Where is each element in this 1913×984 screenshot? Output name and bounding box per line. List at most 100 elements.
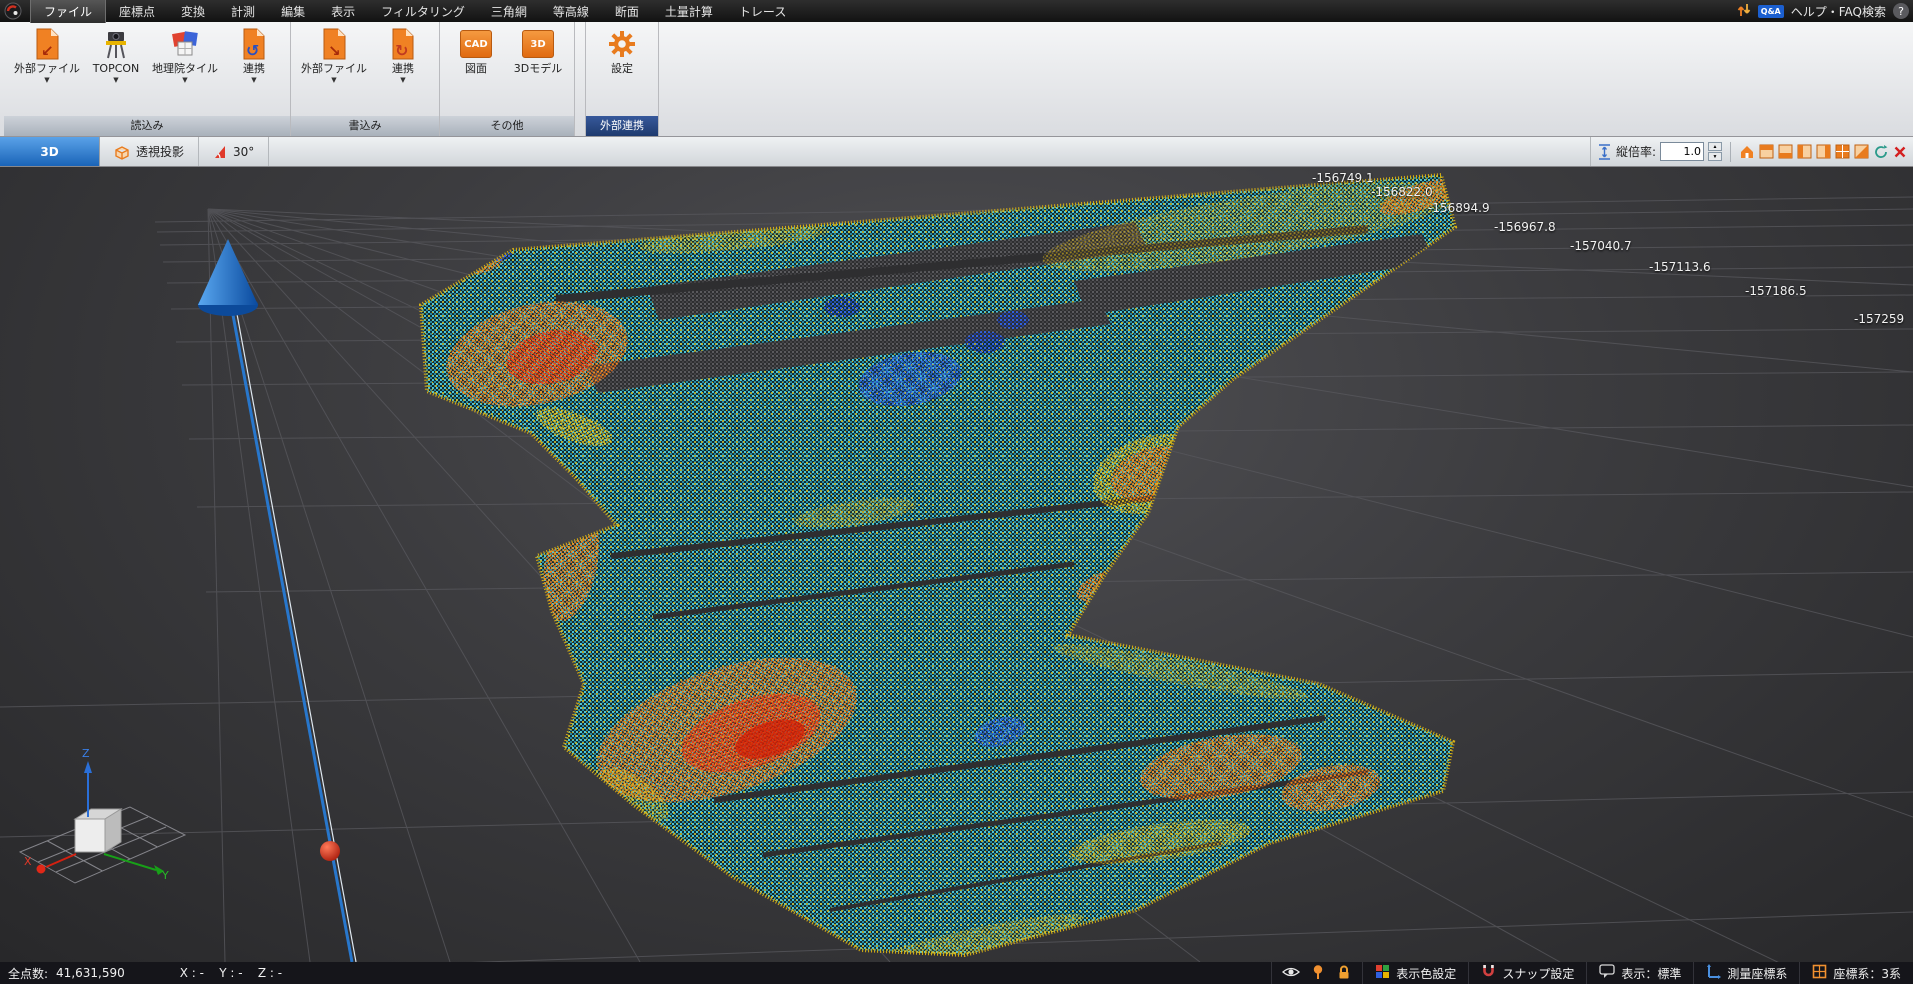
dropdown-arrow-icon[interactable]: ▼ <box>331 76 336 85</box>
coordinate-zone-button[interactable]: 座標系：3系 <box>1799 962 1913 984</box>
status-toggle-icons <box>1271 962 1362 984</box>
close-view-icon[interactable] <box>1893 145 1907 159</box>
menu-tab-display[interactable]: 表示 <box>318 0 368 23</box>
status-button-label: 表示：標準 <box>1621 965 1681 982</box>
view-top-icon[interactable] <box>1759 144 1774 159</box>
grid-coordinate-label: -157113.6 <box>1649 260 1711 274</box>
help-search-label[interactable]: ヘルプ・FAQ検索 <box>1791 3 1886 20</box>
view-angle-button[interactable]: 30° <box>199 137 269 166</box>
dropdown-arrow-icon[interactable]: ▼ <box>251 76 256 85</box>
view-toolbar: 3D 透視投影 30° 縦倍率: ▲ ▼ <box>0 137 1913 167</box>
view-left-icon[interactable] <box>1797 144 1812 159</box>
north-cone <box>198 239 258 316</box>
axis-label-z: Z <box>82 747 90 760</box>
visibility-eye-icon[interactable] <box>1282 965 1300 982</box>
projection-label: 透視投影 <box>136 143 184 160</box>
menu-tab-volume[interactable]: 土量計算 <box>652 0 726 23</box>
display-color-settings-button[interactable]: 表示色設定 <box>1362 962 1468 984</box>
scale-decrement-button[interactable]: ▼ <box>1708 152 1722 161</box>
view-right-icon[interactable] <box>1816 144 1831 159</box>
export-link-button[interactable]: ↻ 連携 ▼ <box>372 26 434 85</box>
ribbon-group-other-buttons: CAD 図面 3D 3Dモデル <box>440 22 574 116</box>
grid-coordinate-label: -156822.0 <box>1371 185 1433 199</box>
help-icon[interactable]: ? <box>1893 3 1909 19</box>
menu-tab-file[interactable]: ファイル <box>30 0 106 23</box>
total-station-icon <box>101 26 131 62</box>
scale-increment-button[interactable]: ▲ <box>1708 142 1722 151</box>
button-label: 外部ファイル <box>14 62 80 76</box>
button-label: 地理院タイル <box>152 62 218 76</box>
cad-drawing-button[interactable]: CAD 図面 <box>445 26 507 76</box>
view-toolbar-right: 縦倍率: ▲ ▼ <box>1590 137 1913 166</box>
status-button-label: 測量座標系 <box>1727 965 1787 982</box>
view-angle-label: 30° <box>233 145 254 159</box>
snap-settings-button[interactable]: スナップ設定 <box>1468 962 1586 984</box>
grid-coordinate-label: -157259 <box>1854 312 1904 326</box>
import-link-button[interactable]: ↺ 連携 ▼ <box>223 26 285 85</box>
projection-button[interactable]: 透視投影 <box>100 137 199 166</box>
grid-coordinate-label: -157186.5 <box>1745 284 1807 298</box>
vertical-scale-input[interactable] <box>1660 142 1704 161</box>
toolbar-separator <box>1730 142 1731 162</box>
view-mode-3d-button[interactable]: 3D <box>0 137 100 166</box>
svg-text:↘: ↘ <box>328 42 341 60</box>
survey-coord-icon <box>1706 964 1721 982</box>
link-export-icon: ↻ <box>389 26 417 62</box>
viewport-3d: Z X Y <box>0 167 1913 962</box>
ribbon-group-external-link: 設定 外部連携 <box>585 22 659 136</box>
view-plan-icon[interactable] <box>1835 144 1850 159</box>
ribbon-group-import: ↙ 外部ファイル ▼ TOPCON ▼ 地理院タイル ▼ <box>4 22 291 136</box>
button-label: 連携 <box>243 62 265 76</box>
pin-icon[interactable] <box>1311 964 1325 983</box>
view-iso-icon[interactable] <box>1854 144 1869 159</box>
button-label: 3Dモデル <box>514 62 562 76</box>
menu-tab-tin[interactable]: 三角網 <box>478 0 540 23</box>
perspective-icon <box>114 144 130 160</box>
map-tiles-icon <box>170 26 200 62</box>
menu-tab-trace[interactable]: トレース <box>726 0 799 23</box>
home-view-icon[interactable] <box>1739 144 1755 160</box>
menu-tab-section[interactable]: 断面 <box>602 0 652 23</box>
status-bar: 全点数: 41,631,590 X : - Y : - Z : - 表示色設定 <box>0 962 1913 984</box>
svg-text:↺: ↺ <box>246 41 259 60</box>
rotate-view-icon[interactable] <box>1873 144 1889 160</box>
menu-tab-transform[interactable]: 変換 <box>168 0 218 23</box>
button-label: 図面 <box>465 62 487 76</box>
link-import-icon: ↺ <box>240 26 268 62</box>
menu-right-area: Q&A ヘルプ・FAQ検索 ? <box>1737 3 1913 20</box>
export-external-file-button[interactable]: ↘ 外部ファイル ▼ <box>296 26 372 85</box>
gear-icon <box>607 26 637 62</box>
menu-tab-coordinate-points[interactable]: 座標点 <box>106 0 168 23</box>
dropdown-arrow-icon[interactable]: ▼ <box>182 76 187 85</box>
menu-tab-measure[interactable]: 計測 <box>218 0 268 23</box>
menu-tab-filtering[interactable]: フィルタリング <box>368 0 478 23</box>
ribbon-group-export: ↘ 外部ファイル ▼ ↻ 連携 ▼ 書込み <box>291 22 440 136</box>
dropdown-arrow-icon[interactable]: ▼ <box>44 76 49 85</box>
menu-tab-contour[interactable]: 等高線 <box>540 0 602 23</box>
button-label: TOPCON <box>93 62 140 76</box>
svg-text:↙: ↙ <box>41 42 54 60</box>
model-3d-button[interactable]: 3D 3Dモデル <box>507 26 569 76</box>
menu-tab-edit[interactable]: 編集 <box>268 0 318 23</box>
lock-icon[interactable] <box>1336 964 1352 983</box>
comment-bubble-icon <box>1599 964 1615 982</box>
view-bottom-icon[interactable] <box>1778 144 1793 159</box>
import-gsi-tiles-button[interactable]: 地理院タイル ▼ <box>147 26 223 85</box>
svg-text:↻: ↻ <box>395 41 408 60</box>
survey-coordinate-button[interactable]: 測量座標系 <box>1693 962 1799 984</box>
import-external-file-button[interactable]: ↙ 外部ファイル ▼ <box>9 26 85 85</box>
button-label: 設定 <box>611 62 633 76</box>
import-topcon-button[interactable]: TOPCON ▼ <box>85 26 147 85</box>
scan-origin-line <box>233 314 356 962</box>
grid-coordinate-label: -157040.7 <box>1570 239 1632 253</box>
dropdown-arrow-icon[interactable]: ▼ <box>113 76 118 85</box>
ribbon-group-export-buttons: ↘ 外部ファイル ▼ ↻ 連携 ▼ <box>291 22 439 116</box>
vertical-scale-label: 縦倍率: <box>1616 143 1656 160</box>
settings-button[interactable]: 設定 <box>591 26 653 76</box>
qa-icon[interactable]: Q&A <box>1758 5 1784 18</box>
dropdown-arrow-icon[interactable]: ▼ <box>400 76 405 85</box>
viewport-canvas[interactable]: Z X Y <box>0 167 1913 962</box>
sync-arrows-icon[interactable] <box>1737 3 1751 20</box>
display-mode-button[interactable]: 表示：標準 <box>1586 962 1693 984</box>
axis-label-x: X <box>24 855 32 868</box>
